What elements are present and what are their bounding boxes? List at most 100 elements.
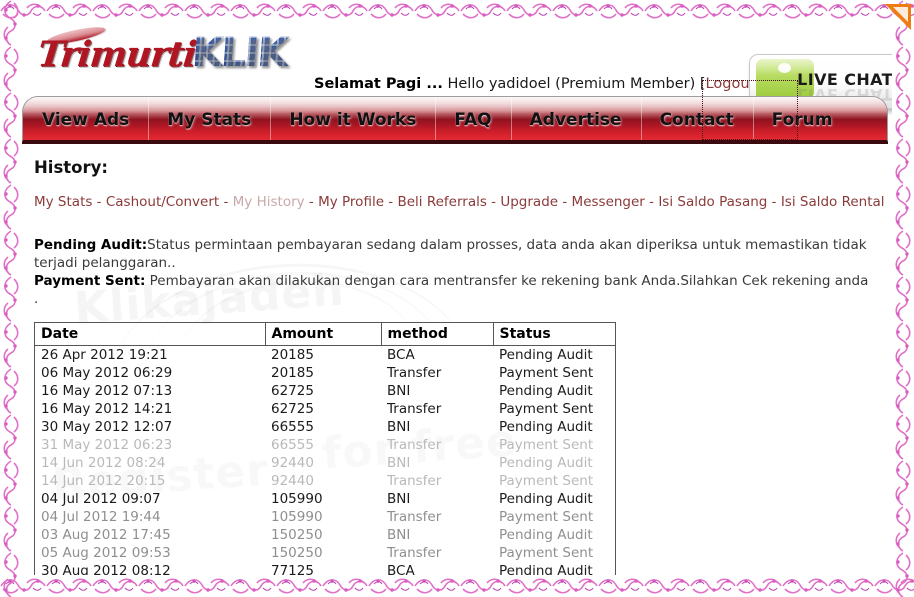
cell-status: Pending Audit [499, 563, 593, 575]
logo-wordmark: Trimurti [35, 34, 198, 75]
cell-method: BCA [387, 563, 415, 575]
cell-status: Pending Audit [499, 419, 593, 435]
sublink-beli-referrals[interactable]: Beli Referrals [397, 194, 486, 210]
cell-status: Payment Sent [499, 365, 594, 381]
cell-amount: 92440 [271, 473, 314, 489]
sublink-isi-saldo-pasang[interactable]: Isi Saldo Pasang [658, 194, 767, 210]
sublink-isi-saldo-rental[interactable]: Isi Saldo Rental [781, 194, 885, 210]
main-content: History: My Stats - Cashout/Convert - My… [22, 144, 892, 575]
cell-amount: 66555 [271, 419, 314, 435]
column-header-amount: Amount [265, 323, 382, 346]
cell-date: 06 May 2012 06:29 [41, 365, 173, 381]
table-header-row: Date Amount method Status [35, 323, 615, 346]
nav-item-view-ads[interactable]: View Ads [23, 97, 148, 140]
nav-focus-outline [702, 80, 798, 140]
note-payment-sent: Payment Sent: Pembayaran akan dilakukan … [34, 272, 874, 308]
sublink-my-history[interactable]: My History [233, 194, 305, 210]
cell-status: Payment Sent [499, 473, 594, 489]
main-navigation: View Ads My Stats How it Works FAQ Adver… [22, 80, 892, 144]
cell-date: 04 Jul 2012 19:44 [41, 509, 161, 525]
cell-date: 30 May 2012 12:07 [41, 419, 173, 435]
cell-method: BNI [387, 383, 411, 399]
cell-status: Pending Audit [499, 347, 593, 363]
cell-status: Pending Audit [499, 491, 593, 507]
nav-item-how-it-works[interactable]: How it Works [270, 97, 435, 140]
nav-item-my-stats[interactable]: My Stats [148, 97, 270, 140]
cell-status: Payment Sent [499, 509, 594, 525]
cell-date: 16 May 2012 07:13 [41, 383, 173, 399]
page-title: History: [34, 158, 109, 177]
nav-item-advertise[interactable]: Advertise [510, 97, 641, 140]
note-pending-text: Status permintaan pembayaran sedang dala… [34, 237, 867, 271]
nav-item-faq[interactable]: FAQ [435, 97, 510, 140]
cell-amount: 150250 [271, 545, 323, 561]
cell-date: 04 Jul 2012 09:07 [41, 491, 161, 507]
cell-amount: 62725 [271, 383, 314, 399]
cell-date: 16 May 2012 14:21 [41, 401, 173, 417]
cell-method: BNI [387, 419, 411, 435]
cell-date: 31 May 2012 06:23 [41, 437, 173, 453]
sub-navigation: My Stats - Cashout/Convert - My History … [34, 194, 885, 210]
cell-status: Pending Audit [499, 455, 593, 471]
cell-date: 14 Jun 2012 20:15 [41, 473, 166, 489]
logo-klik: KLIK [190, 30, 298, 78]
greeting-salutation: Selamat Pagi ... [314, 76, 443, 92]
cell-method: BNI [387, 491, 411, 507]
user-greeting: Selamat Pagi ... Hello yadidoel (Premium… [314, 76, 761, 92]
table-row: 30 Aug 2012 08:12 77125 BCA Pending Audit [35, 562, 615, 575]
table-row: 05 Aug 2012 09:53 150250 Transfer Payment S… [35, 544, 615, 562]
cell-amount: 77125 [271, 563, 314, 575]
decorative-border-top [0, 0, 914, 22]
note-sent-text: Pembayaran akan dilakukan dengan cara me… [34, 273, 869, 307]
cell-amount: 62725 [271, 401, 314, 417]
cell-status: Payment Sent [499, 401, 594, 417]
cell-method: Transfer [387, 545, 442, 561]
history-table-wrapper: Date Amount method Status 26 Apr 2012 19… [34, 322, 616, 575]
page-canvas: Klikajadeh for free Register Trimurti KL… [22, 22, 892, 575]
note-pending-audit: Pending Audit:Status permintaan pembayar… [34, 236, 874, 272]
sublink-my-stats[interactable]: My Stats [34, 194, 92, 210]
cell-status: Payment Sent [499, 437, 594, 453]
cell-status: Payment Sent [499, 545, 594, 561]
cell-status: Pending Audit [499, 527, 593, 543]
cell-date: 30 Aug 2012 08:12 [41, 563, 171, 575]
column-header-status: Status [493, 323, 615, 346]
sublink-upgrade[interactable]: Upgrade [500, 194, 558, 210]
cell-status: Pending Audit [499, 383, 593, 399]
sublink-cashout-convert[interactable]: Cashout/Convert [106, 194, 219, 210]
note-sent-label: Payment Sent: [34, 273, 146, 289]
status-explanation: Pending Audit:Status permintaan pembayar… [34, 236, 874, 308]
column-header-date: Date [35, 323, 266, 346]
site-logo[interactable]: Trimurti KLIK KLIK [35, 23, 298, 86]
table-row: 14 Jun 2012 08:24 92440 BNI Pending Audit [35, 454, 615, 472]
corner-ribbon-inner-icon [893, 7, 908, 22]
table-row: 30 May 2012 12:07 66555 BNI Pending Audit [35, 418, 615, 436]
decorative-border-right [892, 0, 914, 597]
decorative-border-bottom [0, 575, 914, 597]
cell-amount: 20185 [271, 365, 314, 381]
table-row: 04 Jul 2012 09:07 105990 BNI Pending Audit [35, 490, 615, 508]
greeting-username: Hello yadidoel (Premium Member) [447, 76, 696, 92]
table-row: 26 Apr 2012 19:21 20185 BCA Pending Audit [35, 346, 615, 365]
cell-date: 26 Apr 2012 19:21 [41, 347, 168, 363]
cell-method: Transfer [387, 509, 442, 525]
table-row: 16 May 2012 14:21 62725 Transfer Payment Se… [35, 400, 615, 418]
table-row: 31 May 2012 06:23 66555 Transfer Payment Se… [35, 436, 615, 454]
cell-method: Transfer [387, 473, 442, 489]
column-header-method: method [381, 323, 494, 346]
table-row: 04 Jul 2012 19:44 105990 Transfer Payment S… [35, 508, 615, 526]
cell-amount: 105990 [271, 509, 323, 525]
cell-method: BCA [387, 347, 415, 363]
cell-method: Transfer [387, 437, 442, 453]
cell-amount: 105990 [271, 491, 323, 507]
cell-amount: 20185 [271, 347, 314, 363]
table-row: 16 May 2012 07:13 62725 BNI Pending Audit [35, 382, 615, 400]
cell-amount: 92440 [271, 455, 314, 471]
chat-bubble-dot-icon [778, 63, 791, 73]
cell-date: 03 Aug 2012 17:45 [41, 527, 171, 543]
cell-date: 05 Aug 2012 09:53 [41, 545, 171, 561]
history-table-body: 26 Apr 2012 19:21 20185 BCA Pending Audit 06… [35, 346, 615, 575]
sublink-my-profile[interactable]: My Profile [318, 194, 384, 210]
sublink-messenger[interactable]: Messenger [572, 194, 645, 210]
table-row: 03 Aug 2012 17:45 150250 BNI Pending Audit [35, 526, 615, 544]
